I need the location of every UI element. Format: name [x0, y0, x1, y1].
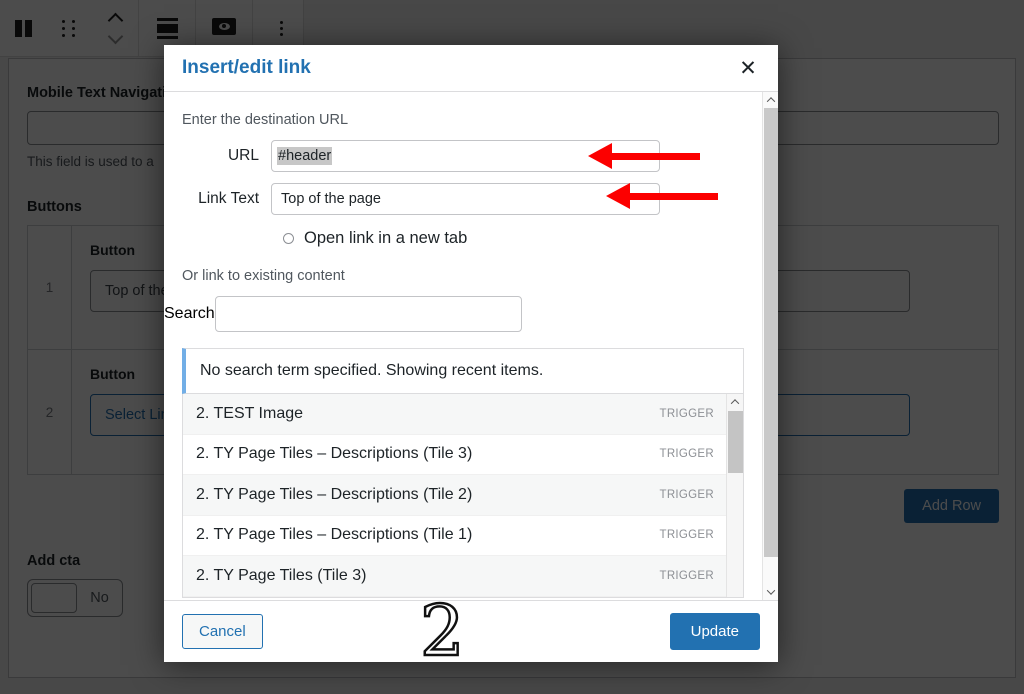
- result-title: 2. TY Page Tiles – Descriptions (Tile 2): [196, 485, 473, 503]
- dialog-title: Insert/edit link: [182, 57, 311, 78]
- result-title: 2. TY Page Tiles – Descriptions (Tile 3): [196, 445, 473, 463]
- result-type: TRIGGER: [659, 529, 714, 542]
- url-input[interactable]: #header: [271, 140, 660, 172]
- dialog-footer: Cancel Update: [164, 600, 778, 662]
- dialog-body: Enter the destination URL URL #header Li…: [164, 92, 778, 600]
- link-text-input[interactable]: Top of the page: [271, 183, 660, 215]
- result-title: 2. TY Page Tiles (Tile 3): [196, 566, 367, 584]
- scroll-down-icon[interactable]: [763, 584, 778, 600]
- results-scroll: 2. TEST Image TRIGGER 2. TY Page Tiles –…: [183, 394, 726, 597]
- existing-content-hint: Or link to existing content: [182, 268, 345, 284]
- result-type: TRIGGER: [659, 407, 714, 420]
- dialog-scroll-area: Enter the destination URL URL #header Li…: [164, 92, 762, 600]
- new-tab-row: Open link in a new tab: [164, 229, 762, 248]
- close-icon[interactable]: ✕: [734, 54, 762, 82]
- link-text-field-row: Link Text Top of the page: [164, 183, 762, 215]
- destination-url-hint: Enter the destination URL: [182, 112, 349, 128]
- list-item[interactable]: 2. TY Page Tiles – Descriptions (Tile 1)…: [183, 516, 726, 556]
- scrollbar-thumb[interactable]: [728, 411, 743, 473]
- search-notice: No search term specified. Showing recent…: [182, 348, 744, 394]
- list-item[interactable]: 2. TY Page Tiles – Descriptions (Tile 2)…: [183, 475, 726, 516]
- url-field-row: URL #header: [164, 140, 762, 172]
- scrollbar-thumb[interactable]: [764, 108, 778, 557]
- list-item[interactable]: 2. TEST Image TRIGGER: [183, 394, 726, 435]
- search-results-list: 2. TEST Image TRIGGER 2. TY Page Tiles –…: [182, 394, 744, 598]
- results-scrollbar[interactable]: [726, 394, 743, 597]
- result-type: TRIGGER: [659, 488, 714, 501]
- search-row: Search: [164, 296, 762, 332]
- list-item[interactable]: 2. TY Page Tiles – Descriptions (Tile 3)…: [183, 435, 726, 475]
- result-title: 2. TY Page Tiles – Descriptions (Tile 1): [196, 526, 473, 544]
- dialog-scrollbar[interactable]: [762, 92, 778, 600]
- new-tab-label: Open link in a new tab: [304, 229, 468, 247]
- result-type: TRIGGER: [659, 569, 714, 582]
- search-input[interactable]: [214, 296, 522, 332]
- link-text-label: Link Text: [198, 190, 259, 207]
- new-tab-checkbox[interactable]: [283, 233, 294, 244]
- insert-edit-link-dialog: Insert/edit link ✕ Enter the destination…: [164, 45, 778, 662]
- scroll-up-icon[interactable]: [727, 394, 743, 410]
- dialog-header: Insert/edit link ✕: [164, 45, 778, 92]
- list-item[interactable]: 2. TY Page Tiles (Tile 3) TRIGGER: [183, 556, 726, 597]
- update-button[interactable]: Update: [669, 613, 760, 650]
- link-text-input-value: Top of the page: [281, 191, 381, 207]
- result-type: TRIGGER: [659, 448, 714, 461]
- search-label: Search: [164, 305, 215, 322]
- url-label: URL: [227, 147, 259, 164]
- url-input-value: #header: [277, 147, 333, 165]
- scroll-up-icon[interactable]: [763, 92, 778, 108]
- result-title: 2. TEST Image: [196, 404, 304, 422]
- cancel-button[interactable]: Cancel: [182, 614, 263, 649]
